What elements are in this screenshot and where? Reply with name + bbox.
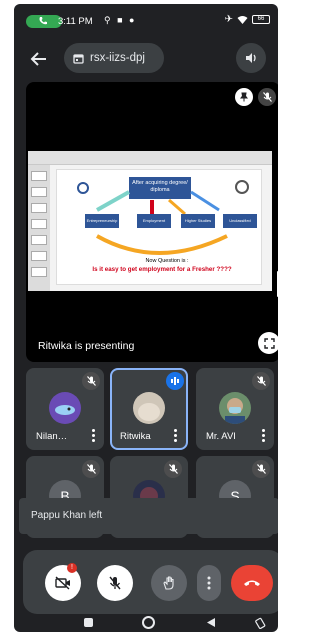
participant-tile[interactable]: Mr. AVI	[196, 368, 274, 450]
mic-off-icon	[168, 464, 178, 474]
audio-wave-icon	[171, 377, 179, 385]
mic-off-icon	[86, 376, 96, 386]
avatar	[133, 392, 165, 424]
current-slide: After acquiring degree/ diploma Entrepre…	[56, 169, 262, 285]
slide-box: Employment	[137, 214, 171, 228]
slide-thumbnail	[31, 251, 47, 261]
avatar	[219, 392, 251, 424]
camera-toggle-button[interactable]: !	[45, 563, 81, 601]
presentation-app-toolbar	[28, 151, 272, 165]
participant-name: Nilan…	[36, 431, 68, 442]
hang-up-icon	[244, 580, 260, 586]
raise-hand-button[interactable]	[151, 565, 187, 601]
presenter-label: Ritwika is presenting	[38, 340, 135, 352]
mic-off-icon	[256, 376, 266, 386]
battery-icon: 66	[252, 15, 270, 24]
slide-box: Entrepreneurship	[85, 214, 119, 228]
slide-box: Higher Studies	[181, 214, 215, 228]
muted-badge	[252, 372, 270, 390]
mic-off-icon	[109, 576, 121, 590]
rotate-icon[interactable]	[255, 617, 266, 629]
ongoing-call-indicator[interactable]	[26, 15, 62, 28]
more-options-icon[interactable]	[172, 428, 178, 444]
airplane-mode-icon: ✈	[224, 14, 233, 25]
back-icon[interactable]	[206, 617, 216, 628]
meeting-code-chip[interactable]: rsx-iizs-dpj	[64, 43, 164, 73]
more-options-icon[interactable]	[260, 428, 266, 444]
recents-icon[interactable]	[84, 618, 93, 627]
slide-thumbnails	[28, 165, 50, 291]
home-icon[interactable]	[142, 616, 155, 629]
speaking-indicator	[166, 372, 184, 390]
slide-thumbnail	[31, 267, 47, 277]
presenter-muted-badge	[258, 88, 276, 106]
pin-button[interactable]	[235, 88, 253, 106]
mic-toggle-button[interactable]	[97, 565, 133, 601]
end-call-button[interactable]	[231, 565, 273, 601]
audio-output-button[interactable]	[236, 43, 266, 73]
slide-thumbnail	[31, 219, 47, 229]
call-controls: !	[23, 550, 278, 614]
mic-off-icon	[256, 464, 266, 474]
slide-thumbnail	[31, 235, 47, 245]
muted-badge	[164, 460, 182, 478]
participant-tile[interactable]: Nilan…	[26, 368, 104, 450]
pin-icon	[240, 92, 248, 102]
presentation-stage[interactable]: After acquiring degree/ diploma Entrepre…	[26, 82, 278, 362]
more-options-icon[interactable]	[90, 428, 96, 444]
notification-icons: ⚲ ■ ●	[104, 15, 137, 25]
slide-thumbnail	[31, 187, 47, 197]
shared-screen: After acquiring degree/ diploma Entrepre…	[28, 151, 272, 291]
slide-thumbnail	[31, 171, 47, 181]
participant-name: Ritwika	[120, 431, 151, 442]
hand-icon	[163, 576, 174, 590]
slide-question-text: Is it easy to get employment for a Fresh…	[92, 266, 232, 273]
muted-badge	[82, 460, 100, 478]
mic-off-icon	[86, 464, 96, 474]
avatar	[49, 392, 81, 424]
fullscreen-button[interactable]	[258, 332, 278, 354]
participant-name: Mr. AVI	[206, 431, 236, 442]
camera-off-icon	[55, 576, 70, 590]
system-navigation-bar	[14, 616, 278, 632]
participant-left-toast: Pappu Khan left	[19, 498, 278, 534]
calendar-icon	[73, 53, 84, 64]
more-vert-icon	[207, 576, 211, 590]
scrollbar[interactable]	[277, 271, 278, 297]
slide-question-heading: Now Question is :	[145, 258, 189, 264]
meet-screen: 3:11 PM ⚲ ■ ● ✈ 66 rsx-iizs-dpj After ac…	[14, 4, 278, 632]
muted-badge	[252, 460, 270, 478]
meeting-app-bar: rsx-iizs-dpj	[14, 40, 278, 76]
status-right-icons: ✈ 66	[225, 14, 270, 25]
mic-off-icon	[262, 92, 272, 102]
back-arrow-icon[interactable]	[28, 48, 50, 70]
status-bar: 3:11 PM ⚲ ■ ● ✈ 66	[14, 4, 278, 34]
more-options-button[interactable]	[197, 565, 221, 601]
slide-box: Unclassified Avenue	[223, 214, 257, 237]
wifi-icon	[237, 16, 248, 24]
status-time: 3:11 PM	[58, 16, 93, 27]
participant-tile[interactable]: Ritwika	[110, 368, 188, 450]
fullscreen-icon	[263, 337, 275, 349]
warning-badge: !	[67, 563, 77, 573]
muted-badge	[82, 372, 100, 390]
phone-icon	[39, 17, 47, 25]
speaker-icon	[246, 53, 256, 63]
meeting-code: rsx-iizs-dpj	[90, 52, 145, 64]
slide-thumbnail	[31, 203, 47, 213]
